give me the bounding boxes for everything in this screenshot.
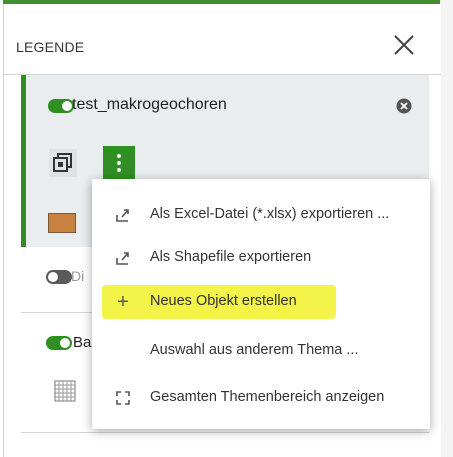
layer-color-swatch bbox=[48, 213, 76, 233]
grid-icon bbox=[54, 380, 76, 402]
layer-toggle-1[interactable] bbox=[48, 99, 74, 113]
menu-item-export-shapefile[interactable]: Als Shapefile exportieren bbox=[92, 238, 430, 278]
menu-item-label: Gesamten Themenbereich anzeigen bbox=[150, 389, 385, 405]
export-icon bbox=[116, 209, 129, 222]
menu-item-show-extent[interactable]: Gesamten Themenbereich anzeigen bbox=[92, 378, 430, 418]
layers-icon bbox=[53, 153, 72, 172]
layer-name-3: Ba bbox=[73, 334, 92, 351]
layer-toggle-3[interactable] bbox=[46, 336, 72, 350]
layer-settings-button[interactable] bbox=[49, 149, 77, 177]
fullscreen-icon bbox=[116, 391, 130, 405]
legend-header: LEGENDE bbox=[4, 4, 441, 75]
menu-item-label: Neues Objekt erstellen bbox=[150, 293, 297, 309]
layer-toggle-2[interactable] bbox=[46, 270, 72, 284]
legend-title: LEGENDE bbox=[16, 39, 85, 55]
menu-item-new-object[interactable]: + Neues Objekt erstellen bbox=[92, 282, 430, 322]
menu-item-export-excel[interactable]: Als Excel-Datei (*.xlsx) exportieren ... bbox=[92, 195, 430, 235]
more-vertical-icon bbox=[117, 154, 121, 175]
map-edge bbox=[440, 0, 453, 457]
context-menu: Als Excel-Datei (*.xlsx) exportieren ...… bbox=[92, 179, 430, 429]
menu-item-select-from-theme[interactable]: Auswahl aus anderem Thema ... bbox=[92, 331, 430, 371]
plus-icon: + bbox=[117, 291, 129, 313]
more-options-button[interactable] bbox=[103, 146, 135, 180]
app-frame: LEGENDE test_makrogeochoren Di Ba Als Ex… bbox=[0, 0, 453, 457]
layer-name-1: test_makrogeochoren bbox=[72, 96, 227, 113]
close-icon[interactable] bbox=[391, 32, 417, 58]
remove-layer-icon[interactable] bbox=[396, 98, 412, 114]
menu-item-label: Auswahl aus anderem Thema ... bbox=[150, 342, 359, 358]
export-icon bbox=[116, 252, 129, 265]
layer-name-2: Di bbox=[71, 268, 85, 284]
menu-item-label: Als Excel-Datei (*.xlsx) exportieren ... bbox=[150, 206, 390, 222]
menu-item-label: Als Shapefile exportieren bbox=[150, 249, 312, 265]
